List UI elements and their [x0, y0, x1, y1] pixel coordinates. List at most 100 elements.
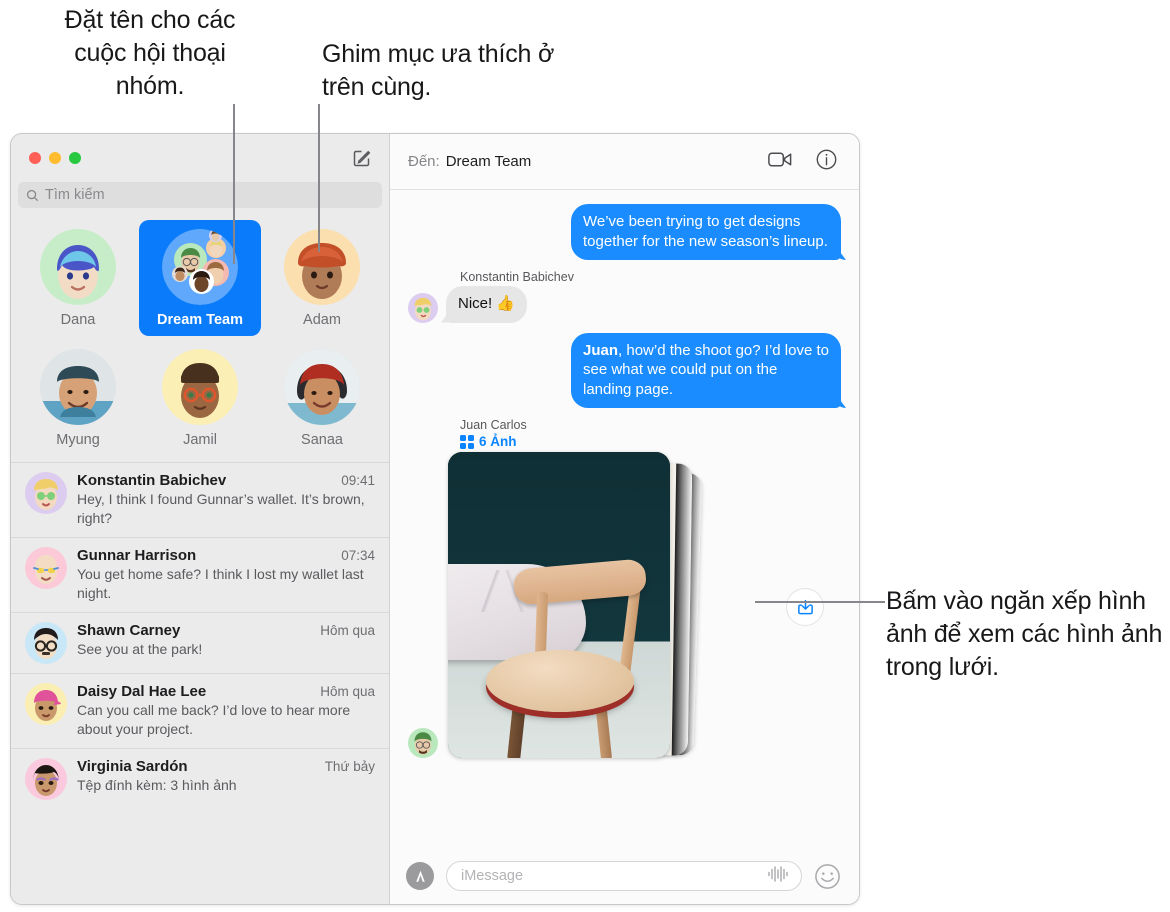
compose-icon[interactable]: [349, 145, 375, 171]
photo-sanaa-icon: [284, 349, 360, 425]
messages-window: Tìm kiếm Dana Dream Team Adam Myung Jami…: [10, 133, 860, 905]
group-avatar-cluster: [162, 229, 238, 305]
pinned-label-myung: Myung: [56, 432, 100, 448]
conversation-name: Gunnar Harrison: [77, 547, 197, 564]
memoji-jamil-icon: [162, 349, 238, 425]
photo-chair-table: [448, 452, 670, 758]
conversation-preview: See you at the park!: [77, 641, 203, 657]
audio-waveform-icon[interactable]: [767, 865, 789, 888]
recipient-label: Đến:: [408, 153, 440, 170]
info-circle-icon[interactable]: [816, 149, 837, 175]
window-titlebar: [11, 134, 389, 182]
conversation-header-line: Konstantin Babichev 09:41: [77, 472, 375, 489]
close-button[interactable]: [29, 152, 41, 164]
memoji-dana-art: [57, 245, 99, 299]
callout-photo-stack: Bấm vào ngăn xếp hình ảnh để xem các hìn…: [886, 587, 1163, 681]
pinned-label-adam: Adam: [303, 312, 341, 328]
pinned-item-sanaa[interactable]: Sanaa: [261, 340, 383, 456]
conversation-preview: Tệp đính kèm: 3 hình ảnh: [77, 777, 237, 793]
attachment-summary[interactable]: 6 Ảnh: [460, 434, 841, 449]
zoom-button[interactable]: [69, 152, 81, 164]
message-composer: iMessage: [390, 848, 859, 904]
chat-header: Đến: Dream Team: [390, 134, 859, 190]
sidebar: Tìm kiếm Dana Dream Team Adam Myung Jami…: [11, 134, 390, 904]
conversation-row[interactable]: Daisy Dal Hae Lee Hôm qua Can you call m…: [11, 673, 389, 748]
conversation-time: Thứ bảy: [324, 759, 375, 774]
avatar: [25, 622, 67, 664]
traffic-lights: [29, 152, 81, 164]
conversation-preview: Hey, I think I found Gunnar’s wallet. It…: [77, 491, 365, 526]
mention-juan: Juan: [583, 341, 619, 359]
avatar: [25, 547, 67, 589]
conversation-time: 09:41: [341, 473, 375, 488]
photo-stack-card-1[interactable]: [448, 452, 670, 758]
conversation-header-line: Gunnar Harrison 07:34: [77, 547, 375, 564]
message-text: , how’d the shoot go? I’d love to see wh…: [583, 341, 829, 398]
message-row-incoming: Nice! 👍: [408, 286, 841, 323]
cluster-face-5: [172, 266, 188, 282]
grid-icon: [460, 434, 474, 449]
conversation-row[interactable]: Virginia Sardón Thứ bảy Tệp đính kèm: 3 …: [11, 748, 389, 809]
conversation-row[interactable]: Gunnar Harrison 07:34 You get home safe?…: [11, 537, 389, 612]
pinned-item-myung[interactable]: Myung: [17, 340, 139, 456]
avatar: [25, 472, 67, 514]
photo-chair-post: [534, 591, 549, 659]
pinned-label-sanaa: Sanaa: [301, 432, 343, 448]
conversation-name: Daisy Dal Hae Lee: [77, 683, 207, 700]
save-download-icon[interactable]: [786, 588, 824, 626]
conversation-header-line: Shawn Carney Hôm qua: [77, 622, 375, 639]
sender-name: Konstantin Babichev: [460, 270, 574, 284]
conversation-header-line: Virginia Sardón Thứ bảy: [77, 758, 375, 775]
search-icon: [26, 189, 39, 201]
photo-sanaa-art: [284, 349, 360, 425]
video-camera-icon[interactable]: [768, 151, 792, 173]
message-row-outgoing: Juan, how’d the shoot go? I’d love to se…: [408, 332, 841, 408]
message-bubble[interactable]: Nice! 👍: [446, 286, 528, 323]
recipient-name[interactable]: Dream Team: [446, 153, 532, 170]
minimize-button[interactable]: [49, 152, 61, 164]
chat-header-actions: [768, 149, 837, 175]
callout-leader-line-2: [318, 104, 320, 252]
message-placeholder: iMessage: [461, 868, 524, 884]
conversation-name: Shawn Carney: [77, 622, 181, 639]
search-placeholder: Tìm kiếm: [45, 187, 105, 203]
pinned-item-dana[interactable]: Dana: [17, 220, 139, 336]
attachment-count: 6 Ảnh: [479, 434, 517, 449]
message-row-outgoing: We’ve been trying to get designs togethe…: [408, 204, 841, 260]
search-input[interactable]: Tìm kiếm: [18, 182, 382, 208]
callout-leader-line-1: [233, 104, 235, 264]
pinned-label-jamil: Jamil: [183, 432, 217, 448]
conversation-body: Gunnar Harrison 07:34 You get home safe?…: [77, 547, 375, 603]
memoji-adam-icon: [284, 229, 360, 305]
pinned-label-dana: Dana: [60, 312, 96, 328]
avatar: [25, 683, 67, 725]
conversation-row[interactable]: Shawn Carney Hôm qua See you at the park…: [11, 612, 389, 673]
screenshot-stage: Đặt tên cho các cuộc hội thoại nhóm. Ghi…: [0, 0, 1170, 912]
attachment-message-group: Juan Carlos 6 Ảnh: [408, 418, 841, 762]
app-store-icon[interactable]: [406, 862, 434, 890]
photo-myung-art: [40, 349, 116, 425]
message-thread: We’ve been trying to get designs togethe…: [390, 190, 859, 848]
conversation-name: Virginia Sardón: [77, 758, 188, 775]
photo-myung-icon: [40, 349, 116, 425]
pinned-label-dream-team: Dream Team: [157, 312, 243, 328]
avatar: [408, 728, 438, 758]
conversation-time: Hôm qua: [320, 623, 375, 638]
message-bubble[interactable]: We’ve been trying to get designs togethe…: [571, 204, 841, 260]
group-avatar-icon: [162, 229, 238, 305]
conversation-body: Konstantin Babichev 09:41 Hey, I think I…: [77, 472, 375, 528]
conversation-row[interactable]: Konstantin Babichev 09:41 Hey, I think I…: [11, 462, 389, 537]
pinned-item-dream-team[interactable]: Dream Team: [139, 220, 261, 336]
message-bubble[interactable]: Juan, how’d the shoot go? I’d love to se…: [571, 332, 841, 408]
conversation-list: Konstantin Babichev 09:41 Hey, I think I…: [11, 462, 389, 904]
avatar: [408, 292, 438, 323]
conversation-name: Konstantin Babichev: [77, 472, 227, 489]
message-input[interactable]: iMessage: [446, 861, 802, 891]
pinned-item-jamil[interactable]: Jamil: [139, 340, 261, 456]
incoming-message-group: Konstantin Babichev Nice! 👍: [408, 270, 841, 323]
emoji-smiley-icon[interactable]: [814, 863, 841, 890]
photo-stack[interactable]: [448, 452, 703, 762]
pinned-item-adam[interactable]: Adam: [261, 220, 383, 336]
pinned-conversations: Dana Dream Team Adam Myung Jamil Sanaa: [11, 216, 389, 462]
conversation-body: Daisy Dal Hae Lee Hôm qua Can you call m…: [77, 683, 375, 739]
